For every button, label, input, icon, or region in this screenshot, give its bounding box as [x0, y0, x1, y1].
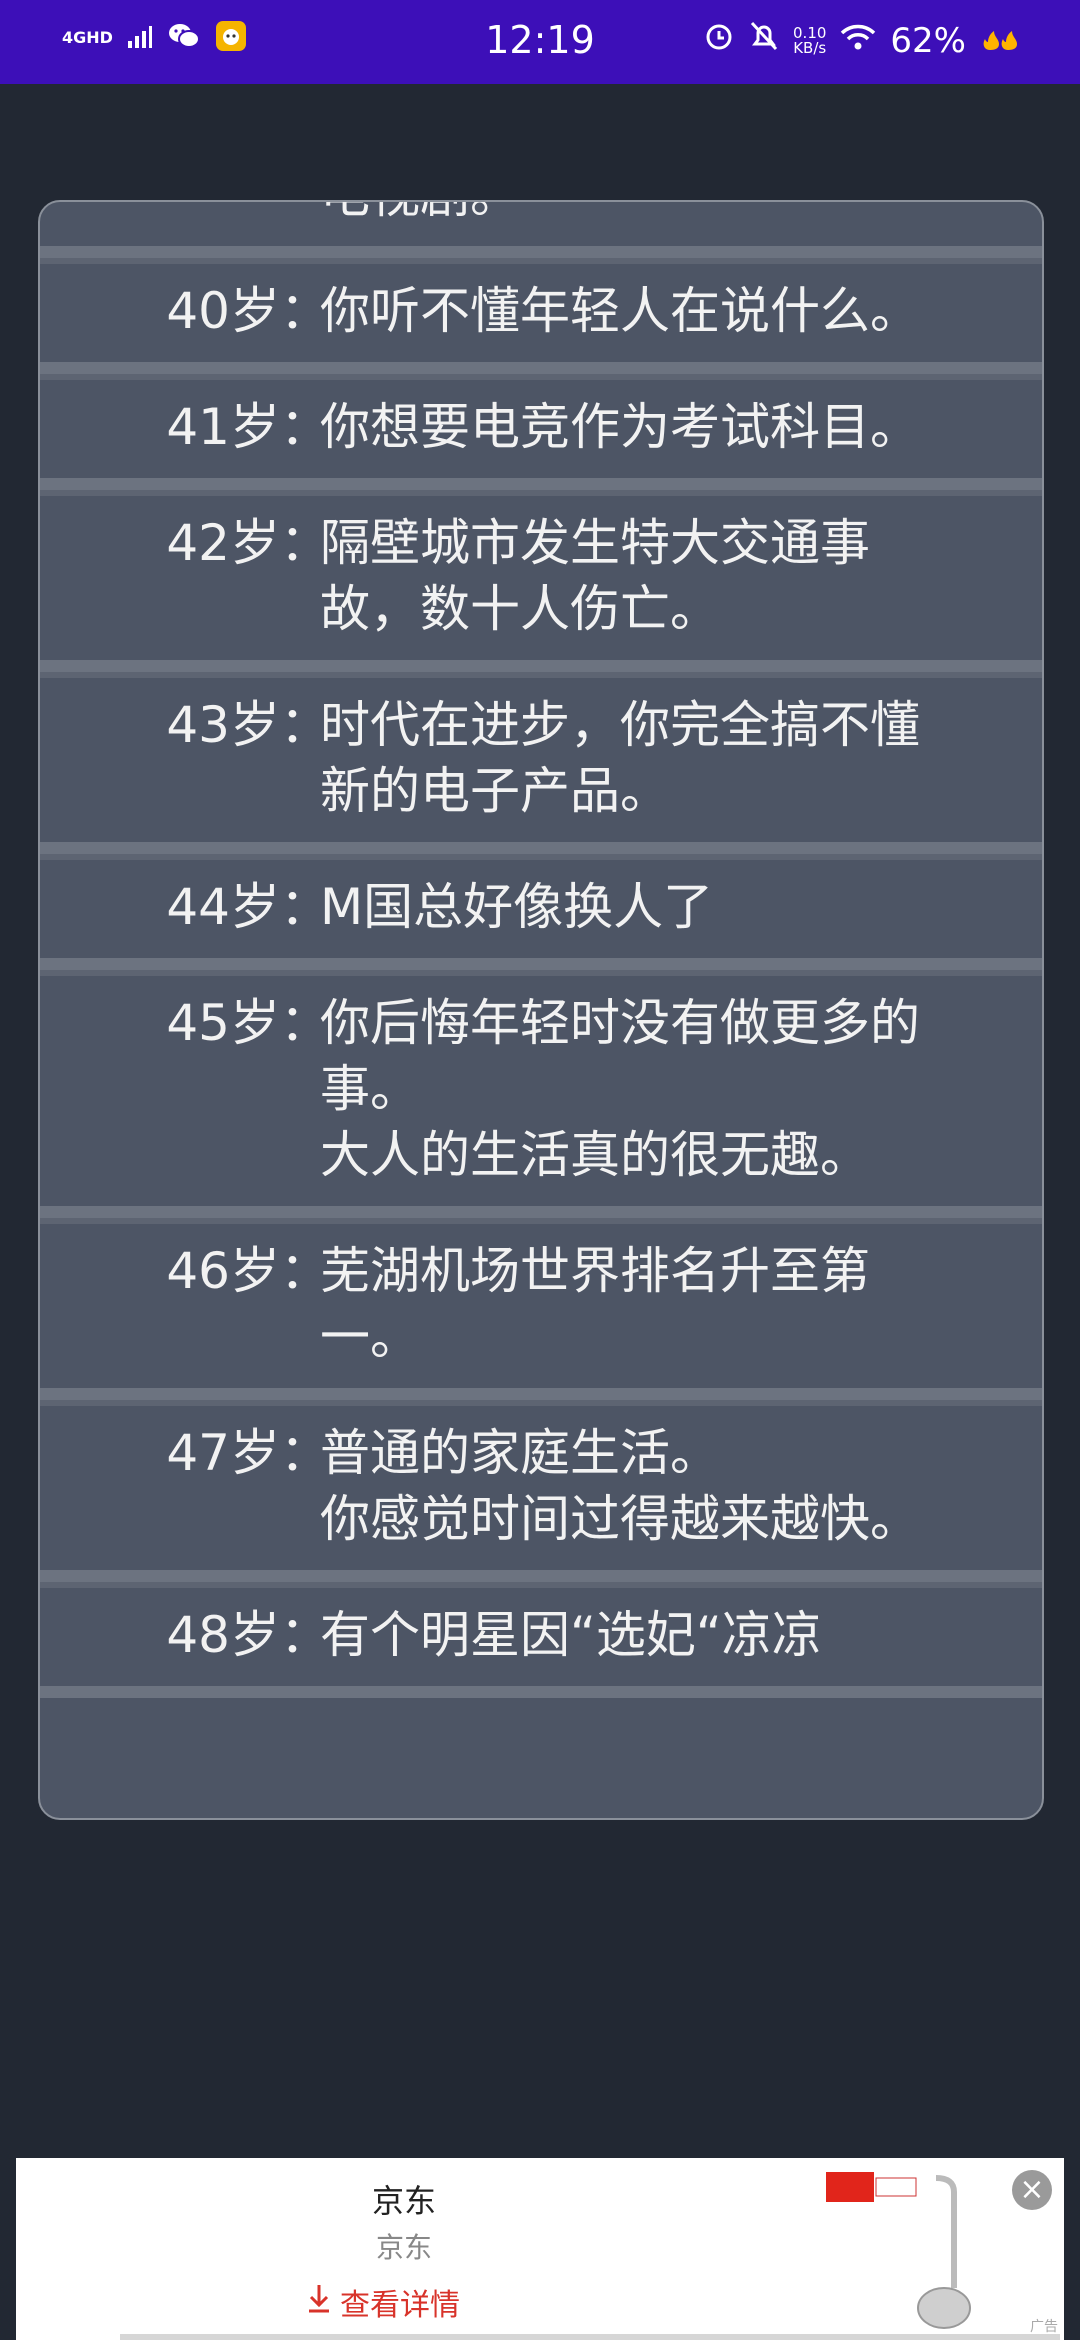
wifi-icon	[840, 21, 876, 61]
life-event-row: 40岁：你听不懂年轻人在说什么。	[40, 258, 1042, 374]
status-bar: 4GHD 12:19 0.10 KB/s 62%	[0, 0, 1080, 84]
life-event-row: 45岁：你后悔年轻时没有做更多的 事。 大人的生活真的很无趣。	[40, 970, 1042, 1218]
battery-percent: 62%	[890, 20, 966, 61]
ad-label: 广告	[1030, 2319, 1058, 2335]
event-text: 隔壁城市发生特大交通事 故，数十人伤亡。	[320, 514, 870, 638]
event-colon: ：	[280, 1424, 330, 1482]
network-speed: 0.10 KB/s	[793, 23, 827, 57]
event-colon: ：	[280, 282, 330, 340]
life-event-row: 48岁：有个明星因“选妃“凉凉	[40, 1582, 1042, 1698]
ad-divider	[120, 2334, 1060, 2340]
event-colon: ：	[280, 1242, 330, 1300]
life-events-panel[interactable]: 电视剧。40岁：你听不懂年轻人在说什么。41岁：你想要电竞作为考试科目。42岁：…	[38, 200, 1044, 1820]
flame-icon	[980, 21, 1020, 61]
event-age: 46岁	[166, 1242, 280, 1300]
close-icon[interactable]: ×	[1012, 2170, 1052, 2210]
event-colon: ：	[280, 994, 330, 1052]
alarm-icon	[703, 20, 735, 61]
event-text: 有个明星因“选妃“凉凉	[320, 1606, 822, 1664]
event-colon: ：	[280, 514, 330, 572]
life-event-row: 44岁： M国总好像换人了	[40, 854, 1042, 970]
ad-banner[interactable]: 京东 京东 查看详情 × 广告	[16, 2158, 1064, 2340]
event-text: 普通的家庭生活。 你感觉时间过得越来越快。	[320, 1424, 920, 1548]
event-text: 芜湖机场世界排名升至第 一。	[320, 1242, 870, 1366]
event-colon: ：	[280, 398, 330, 456]
event-age: 41岁	[166, 398, 280, 456]
event-age: 47岁	[166, 1424, 280, 1482]
event-text: 时代在进步，你完全搞不懂 新的电子产品。	[320, 696, 920, 820]
event-colon: ：	[280, 696, 330, 754]
life-event-row: 46岁：芜湖机场世界排名升至第 一。	[40, 1218, 1042, 1400]
ad-product-image[interactable]	[816, 2168, 986, 2336]
event-age: 44岁	[166, 878, 280, 936]
life-event-row: 41岁：你想要电竞作为考试科目。	[40, 374, 1042, 490]
mute-bell-icon	[749, 20, 779, 61]
life-event-row: 47岁：普通的家庭生活。 你感觉时间过得越来越快。	[40, 1400, 1042, 1582]
event-age: 43岁	[166, 696, 280, 754]
event-age: 40岁	[166, 282, 280, 340]
event-age: 45岁	[166, 994, 280, 1052]
event-colon: ：	[280, 878, 330, 936]
life-event-row: 42岁：隔壁城市发生特大交通事 故，数十人伤亡。	[40, 490, 1042, 672]
download-arrow-icon	[306, 2283, 332, 2321]
event-colon: ：	[280, 1606, 330, 1664]
ad-details-label: 查看详情	[340, 2288, 460, 2323]
status-right: 0.10 KB/s 62%	[703, 20, 1020, 61]
ad-title: 京东	[371, 2182, 436, 2220]
life-events-list[interactable]: 电视剧。40岁：你听不懂年轻人在说什么。41岁：你想要电竞作为考试科目。42岁：…	[40, 202, 1042, 1698]
event-text: 你想要电竞作为考试科目。	[320, 398, 920, 456]
event-text: 你后悔年轻时没有做更多的 事。 大人的生活真的很无趣。	[320, 994, 920, 1184]
event-text: 你听不懂年轻人在说什么。	[320, 282, 920, 340]
event-text: 电视剧。	[320, 202, 1042, 228]
event-age: 48岁	[166, 1606, 280, 1664]
life-event-row: 43岁：时代在进步，你完全搞不懂 新的电子产品。	[40, 672, 1042, 854]
ad-subtitle: 京东	[375, 2231, 432, 2264]
event-text: M国总好像换人了	[320, 878, 714, 936]
ad-details-button[interactable]: 查看详情	[306, 2280, 460, 2324]
event-age: 42岁	[166, 514, 280, 572]
life-event-row: 电视剧。	[40, 202, 1042, 258]
